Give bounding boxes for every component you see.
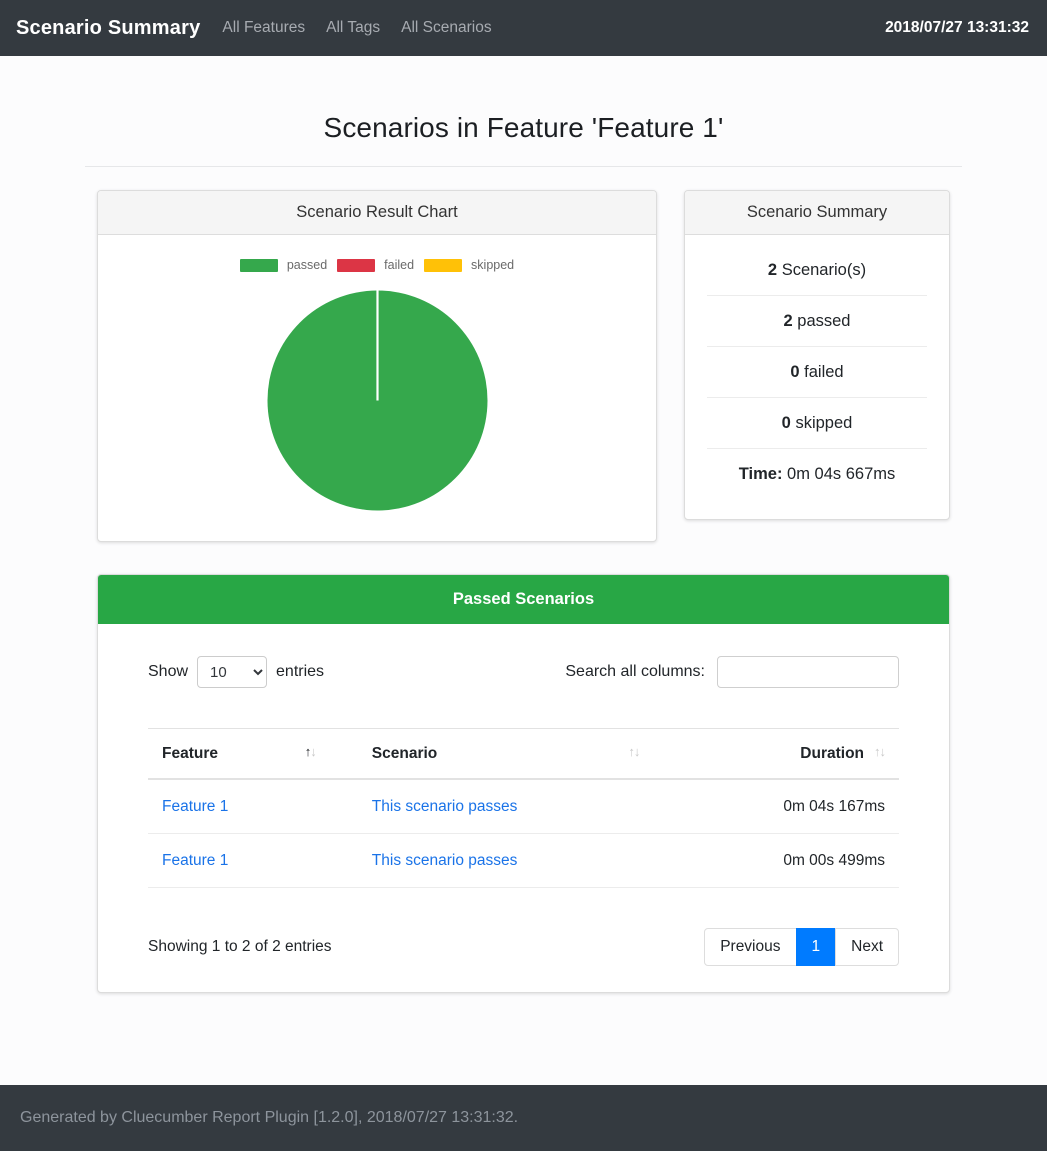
column-header-scenario[interactable]: Scenario ↑↓ xyxy=(357,728,654,780)
summary-row-passed: 2 passed xyxy=(707,296,927,347)
chart-legend: passed failed skipped xyxy=(112,258,642,272)
cell-gap-2 xyxy=(653,834,682,888)
navbar-brand[interactable]: Scenario Summary xyxy=(16,17,200,40)
pie-chart-svg xyxy=(267,290,487,511)
entries-label: entries xyxy=(276,663,325,680)
column-gap-2 xyxy=(653,728,682,780)
pagination-next-button[interactable]: Next xyxy=(835,928,899,966)
passed-scenarios-card: Passed Scenarios Show 10 25 50 100 entri… xyxy=(97,574,950,993)
summary-panel-body: 2 Scenario(s) 2 passed 0 failed 0 skippe… xyxy=(685,235,949,519)
search-label: Search all columns: xyxy=(565,663,705,680)
scenarios-table: Feature ↑↓ Scenario ↑↓ ↑↓ Duration Featu… xyxy=(148,728,899,888)
summary-value-passed: 2 xyxy=(783,312,793,330)
legend-label-skipped: skipped xyxy=(471,258,515,272)
chart-panel-title: Scenario Result Chart xyxy=(98,191,656,235)
table-row: Feature 1 This scenario passes 0m 04s 16… xyxy=(148,780,899,834)
feature-link[interactable]: Feature 1 xyxy=(162,852,228,869)
legend-item-failed[interactable]: failed xyxy=(337,258,414,272)
panels-row: Scenario Result Chart passed failed skip… xyxy=(0,190,1047,542)
chart-panel-body: passed failed skipped xyxy=(98,235,656,541)
entries-length-control: Show 10 25 50 100 entries xyxy=(148,656,324,688)
summary-row-scenarios: 2 Scenario(s) xyxy=(707,245,927,296)
search-control: Search all columns: xyxy=(565,656,899,688)
summary-value-time: 0m 04s 667ms xyxy=(787,465,896,483)
passed-scenarios-title: Passed Scenarios xyxy=(98,575,949,624)
legend-swatch-failed-icon xyxy=(337,258,376,272)
table-row: Feature 1 This scenario passes 0m 00s 49… xyxy=(148,834,899,888)
cell-feature: Feature 1 xyxy=(148,834,330,888)
summary-row-skipped: 0 skipped xyxy=(707,398,927,449)
pagination-page-1-button[interactable]: 1 xyxy=(795,928,837,966)
summary-label-failed: failed xyxy=(804,363,844,381)
legend-swatch-passed-icon xyxy=(239,258,278,272)
scenarios-table-head: Feature ↑↓ Scenario ↑↓ ↑↓ Duration xyxy=(148,728,899,780)
sort-indicator-feature-icon: ↑↓ xyxy=(304,744,317,759)
entries-info: Showing 1 to 2 of 2 entries xyxy=(148,938,332,955)
cell-gap-2 xyxy=(653,780,682,834)
summary-panel-title: Scenario Summary xyxy=(685,191,949,235)
main-content: Scenarios in Feature 'Feature 1' Scenari… xyxy=(0,56,1047,993)
summary-label-skipped: skipped xyxy=(795,414,853,432)
cell-feature: Feature 1 xyxy=(148,780,330,834)
legend-label-passed: passed xyxy=(286,258,328,272)
pie-chart-wrap xyxy=(112,282,642,523)
column-header-duration[interactable]: ↑↓ Duration xyxy=(681,728,899,780)
passed-scenarios-body: Show 10 25 50 100 entries Search all col… xyxy=(98,624,949,992)
search-input[interactable] xyxy=(717,656,899,688)
summary-label-scenarios: Scenario(s) xyxy=(781,261,867,279)
column-header-feature[interactable]: Feature ↑↓ xyxy=(148,728,330,780)
column-label-feature: Feature xyxy=(162,745,218,762)
summary-label-passed: passed xyxy=(797,312,851,330)
title-divider xyxy=(85,166,962,167)
cell-scenario: This scenario passes xyxy=(357,834,654,888)
nav-link-all-tags[interactable]: All Tags xyxy=(326,19,380,37)
summary-label-time: Time: xyxy=(738,465,783,483)
navbar-links: All Features All Tags All Scenarios xyxy=(222,19,491,37)
legend-item-skipped[interactable]: skipped xyxy=(424,258,514,272)
cell-gap-1 xyxy=(329,780,358,834)
scenario-summary-panel: Scenario Summary 2 Scenario(s) 2 passed … xyxy=(684,190,950,520)
pie-chart[interactable] xyxy=(267,290,488,511)
column-label-scenario: Scenario xyxy=(371,745,438,762)
cell-duration: 0m 04s 167ms xyxy=(681,780,899,834)
pagination-previous-button[interactable]: Previous xyxy=(704,928,797,966)
column-label-duration: Duration xyxy=(800,745,864,762)
summary-value-failed: 0 xyxy=(790,363,800,381)
summary-value-scenarios: 2 xyxy=(767,261,778,279)
scenario-link[interactable]: This scenario passes xyxy=(372,798,518,815)
cell-duration: 0m 00s 499ms xyxy=(681,834,899,888)
legend-label-failed: failed xyxy=(384,258,415,272)
nav-link-all-features[interactable]: All Features xyxy=(222,19,305,37)
navbar: Scenario Summary All Features All Tags A… xyxy=(0,0,1047,56)
pagination: Previous 1 Next xyxy=(704,928,899,966)
footer: Generated by Cluecumber Report Plugin [1… xyxy=(0,1085,1047,1151)
entries-per-page-select[interactable]: 10 25 50 100 xyxy=(197,656,268,688)
scenarios-table-body: Feature 1 This scenario passes 0m 04s 16… xyxy=(148,780,899,888)
scenarios-table-header-row: Feature ↑↓ Scenario ↑↓ ↑↓ Duration xyxy=(148,728,899,780)
feature-link[interactable]: Feature 1 xyxy=(162,798,228,815)
sort-indicator-scenario-icon: ↑↓ xyxy=(628,744,640,759)
sort-indicator-duration-icon: ↑↓ xyxy=(874,744,886,759)
column-gap-1 xyxy=(329,728,358,780)
page-title: Scenarios in Feature 'Feature 1' xyxy=(323,112,724,143)
legend-item-passed[interactable]: passed xyxy=(239,258,328,272)
report-page: Scenario Summary All Features All Tags A… xyxy=(0,0,1047,1151)
cell-gap-1 xyxy=(329,834,358,888)
nav-link-all-scenarios[interactable]: All Scenarios xyxy=(401,19,491,37)
navbar-datetime: 2018/07/27 13:31:32 xyxy=(885,19,1029,36)
footer-text: Generated by Cluecumber Report Plugin [1… xyxy=(20,1109,519,1126)
summary-value-skipped: 0 xyxy=(781,414,791,432)
scenario-result-chart-panel: Scenario Result Chart passed failed skip… xyxy=(97,190,657,542)
cell-scenario: This scenario passes xyxy=(357,780,654,834)
summary-row-time: Time: 0m 04s 667ms xyxy=(707,449,927,499)
datatable-controls: Show 10 25 50 100 entries Search all col… xyxy=(148,642,899,700)
datatable-footer: Showing 1 to 2 of 2 entries Previous 1 N… xyxy=(148,928,899,966)
summary-row-failed: 0 failed xyxy=(707,347,927,398)
legend-swatch-skipped-icon xyxy=(424,258,463,272)
show-label: Show xyxy=(148,663,189,680)
scenario-link[interactable]: This scenario passes xyxy=(372,852,518,869)
